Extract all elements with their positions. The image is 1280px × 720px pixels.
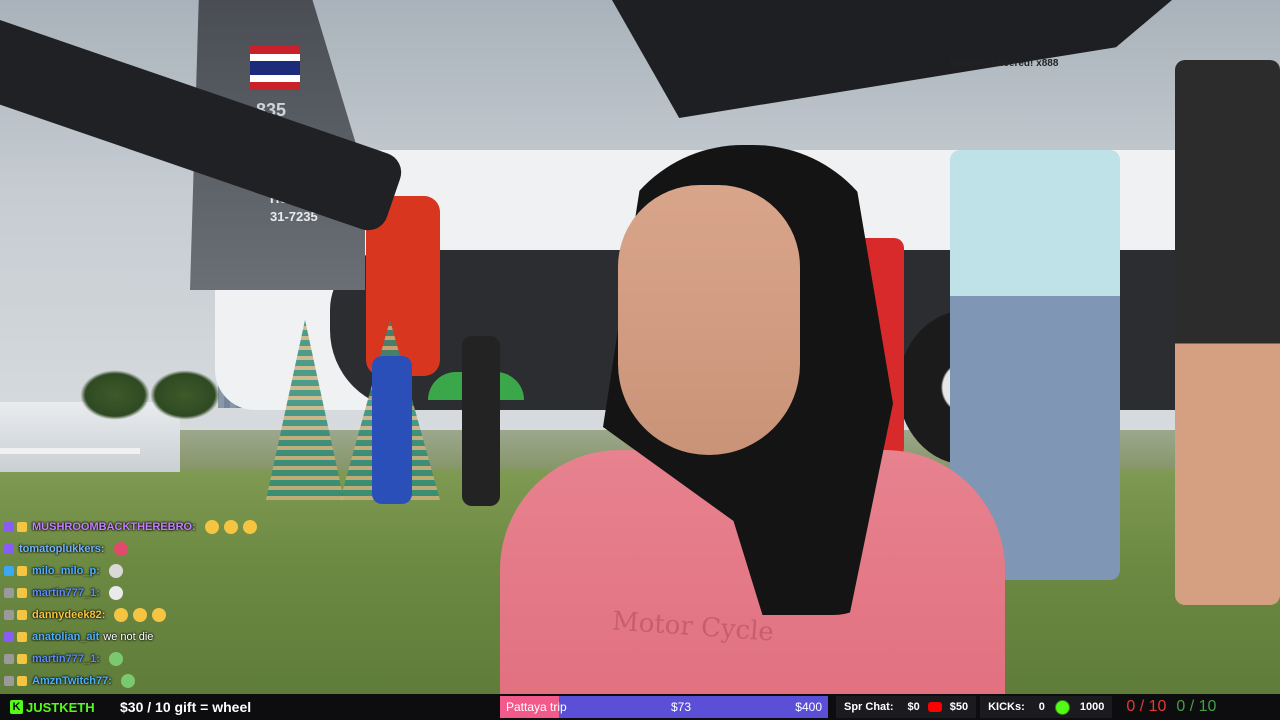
stream-info-bar: K JUSTKETH $30 / 10 gift = wheel Pattaya… xyxy=(0,694,1280,720)
chat-badge-icon xyxy=(17,566,27,576)
chat-username: milo_milo_p: xyxy=(32,565,100,577)
emote-icon xyxy=(120,674,135,688)
emote-icon xyxy=(108,652,123,666)
chat-badge-icon xyxy=(17,588,27,598)
super-chat-stat: Spr Chat: $0 $50 xyxy=(836,696,977,718)
emote-icon xyxy=(108,586,123,600)
chat-username: anatolian_ait xyxy=(32,631,100,643)
chat-message: AmznTwitch77: xyxy=(4,670,304,692)
cheer-notification: fathacer cheered! x888 xyxy=(950,58,1059,69)
chat-message: martin777_1: xyxy=(4,582,304,604)
bystander xyxy=(1175,60,1280,605)
chat-badge-icon xyxy=(4,610,14,620)
donation-goal-bar: Pattaya trip $73 $400 xyxy=(500,696,828,718)
chat-overlay: MUSHROOMBACKTHEREBRO: tomatoplukkers: mi… xyxy=(4,516,304,692)
chat-username: dannydeek82: xyxy=(32,609,106,621)
emote-icon xyxy=(113,542,128,556)
chat-username: tomatoplukkers: xyxy=(19,543,105,555)
emote-icon xyxy=(204,520,219,534)
score-red: 0 / 10 xyxy=(1126,698,1167,715)
youtube-value: $50 xyxy=(949,701,969,713)
chat-username: MUSHROOMBACKTHEREBRO: xyxy=(32,521,196,533)
chat-username: martin777_1: xyxy=(32,653,100,665)
chat-badge-icon xyxy=(17,610,27,620)
chat-badge-icon xyxy=(4,632,14,642)
chat-message: dannydeek82: xyxy=(4,604,304,626)
chat-username: AmznTwitch77: xyxy=(32,675,112,687)
chat-message: milo_milo_p: xyxy=(4,560,304,582)
channel-brand: K JUSTKETH xyxy=(10,700,110,715)
bystander xyxy=(462,336,500,506)
white-fence xyxy=(0,448,140,514)
chat-text: we not die xyxy=(103,631,154,643)
chat-badge-icon xyxy=(4,522,14,532)
emote-icon xyxy=(114,608,129,622)
kick-coin-icon xyxy=(1054,699,1070,715)
chat-username: martin777_1: xyxy=(32,587,100,599)
chat-badge-icon xyxy=(4,566,14,576)
chat-badge-icon xyxy=(4,588,14,598)
kicks-value: 0 xyxy=(1038,701,1045,713)
goal-max: $400 xyxy=(795,700,822,714)
chat-message: anatolian_ait we not die xyxy=(4,626,304,648)
goal-current: $73 xyxy=(670,700,692,714)
gift-wheel-info: $30 / 10 gift = wheel xyxy=(120,699,252,715)
kicks-label: KICKs: xyxy=(988,701,1025,713)
bystander xyxy=(372,356,412,504)
super-chat-label: Spr Chat: xyxy=(844,701,894,713)
streamer-face xyxy=(618,185,800,455)
chat-badge-icon xyxy=(17,522,27,532)
kick-logo-icon: K xyxy=(10,700,23,714)
chat-badge-icon xyxy=(4,676,14,686)
chat-message: tomatoplukkers: xyxy=(4,538,304,560)
emote-icon xyxy=(242,520,257,534)
chat-badge-icon xyxy=(17,632,27,642)
kicks-goal: 1000 xyxy=(1079,701,1105,713)
goal-label: Pattaya trip xyxy=(506,700,567,714)
emote-icon xyxy=(152,608,167,622)
emote-icon xyxy=(133,608,148,622)
chat-badge-icon xyxy=(4,654,14,664)
palm-tree xyxy=(150,370,220,420)
palm-tree xyxy=(80,370,150,420)
chat-message: martin777_1: xyxy=(4,648,304,670)
score-green: 0 / 10 xyxy=(1176,698,1217,715)
emote-icon xyxy=(108,564,123,578)
channel-name: JUSTKETH xyxy=(26,699,95,715)
chat-message: MUSHROOMBACKTHEREBRO: xyxy=(4,516,304,538)
youtube-icon xyxy=(927,702,942,712)
super-chat-value: $0 xyxy=(907,701,920,713)
chat-badge-icon xyxy=(17,654,27,664)
emote-icon xyxy=(223,520,238,534)
chat-badge-icon xyxy=(17,676,27,686)
chat-badge-icon xyxy=(4,544,14,554)
thai-flag-icon xyxy=(250,46,300,90)
kicks-stat: KICKs: 0 1000 xyxy=(980,696,1113,718)
